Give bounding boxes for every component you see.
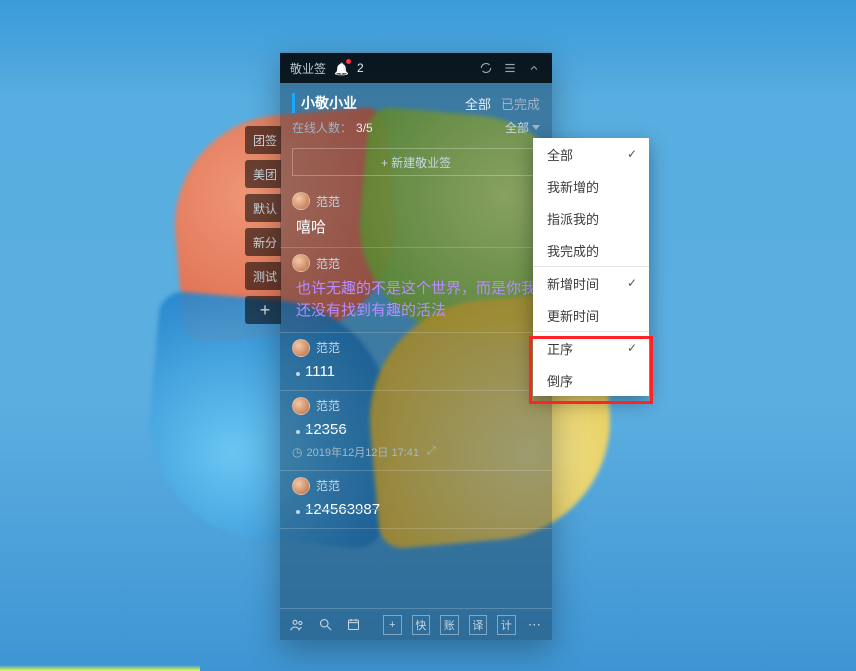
bullet-dot-icon	[296, 372, 300, 376]
footer-box-计[interactable]: 计	[497, 615, 516, 635]
category-tab[interactable]: 默认	[245, 194, 281, 222]
note-author-row: 范范	[292, 477, 540, 495]
tab-done[interactable]: 已完成	[501, 94, 540, 113]
dropdown-item-label: 更新时间	[547, 306, 599, 325]
dropdown-group: 正序 ✓ 倒序	[533, 331, 649, 396]
note-author-row: 范范	[292, 254, 540, 272]
app-title: 敬业签	[290, 60, 326, 77]
category-tab[interactable]: 测试	[245, 262, 281, 290]
footer-box-快[interactable]: 快	[412, 615, 431, 635]
online-label: 在线人数：	[292, 119, 352, 136]
check-icon: ✓	[627, 276, 637, 290]
online-count: 3/5	[356, 121, 373, 135]
clock-icon	[292, 445, 302, 459]
app-titlebar: 敬业签 2	[280, 53, 552, 83]
note-item[interactable]: 范范也许无趣的不是这个世界，而是你我还没有找到有趣的活法	[280, 248, 552, 333]
caret-down-icon	[532, 125, 540, 130]
team-name: 小敬小业	[292, 93, 357, 113]
avatar	[292, 339, 310, 357]
author-name: 范范	[316, 477, 340, 494]
note-author-row: 范范	[292, 192, 540, 210]
new-note-label: + 新建敬业签	[381, 154, 451, 171]
filter-dropdown-trigger[interactable]: 全部	[505, 119, 540, 136]
search-icon[interactable]	[316, 615, 334, 635]
dropdown-item[interactable]: 全部 ✓	[533, 138, 649, 170]
category-tab[interactable]: 团签	[245, 126, 281, 154]
taskbar-glow	[0, 665, 200, 671]
notification-icon[interactable]	[334, 61, 349, 76]
note-list: 范范嘻哈范范也许无趣的不是这个世界，而是你我还没有找到有趣的活法范范1111范范…	[280, 186, 552, 608]
dropdown-item-label: 正序	[547, 339, 573, 358]
collapse-icon[interactable]	[526, 60, 542, 76]
avatar	[292, 254, 310, 272]
avatar	[292, 477, 310, 495]
category-tab[interactable]: 美团	[245, 160, 281, 188]
filter-dropdown-menu: 全部 ✓ 我新增的指派我的我完成的新增时间 ✓ 更新时间正序 ✓ 倒序	[533, 138, 649, 396]
bullet-dot-icon	[296, 430, 300, 434]
expand-icon[interactable]: ⤢	[427, 445, 436, 458]
dropdown-item-label: 倒序	[547, 371, 573, 390]
calendar-icon[interactable]	[345, 615, 363, 635]
check-icon: ✓	[627, 147, 637, 161]
new-note-button[interactable]: + 新建敬业签	[292, 148, 540, 176]
header-row: 小敬小业 全部 已完成	[280, 83, 552, 117]
dropdown-item[interactable]: 指派我的	[533, 202, 649, 234]
note-body: 嘻哈	[292, 216, 540, 237]
note-author-row: 范范	[292, 339, 540, 357]
note-item[interactable]: 范范 1111	[280, 333, 552, 391]
app-window: 敬业签 2 小敬小业 全部 已完成 在线人数： 3/5 全部 + 新建敬业签 范…	[280, 52, 552, 640]
note-item[interactable]: 范范嘻哈	[280, 186, 552, 248]
note-body: 也许无趣的不是这个世界，而是你我还没有找到有趣的活法	[292, 278, 540, 322]
note-body: 12356	[292, 421, 540, 438]
dropdown-group: 新增时间 ✓ 更新时间	[533, 266, 649, 331]
avatar	[292, 397, 310, 415]
dropdown-item[interactable]: 新增时间 ✓	[533, 267, 649, 299]
dropdown-item[interactable]: 倒序	[533, 364, 649, 396]
note-item[interactable]: 范范 124563987	[280, 471, 552, 529]
sub-header: 在线人数： 3/5 全部	[280, 117, 552, 144]
note-body: 124563987	[292, 501, 540, 518]
dropdown-item[interactable]: 我新增的	[533, 170, 649, 202]
tab-all[interactable]: 全部	[465, 94, 491, 113]
dropdown-item[interactable]: 我完成的	[533, 234, 649, 266]
note-item[interactable]: 范范 12356 2019年12月12日 17:41⤢	[280, 391, 552, 471]
dropdown-item-label: 全部	[547, 145, 573, 164]
more-icon[interactable]	[526, 615, 544, 635]
note-body: 1111	[292, 363, 540, 380]
author-name: 范范	[316, 397, 340, 414]
dropdown-item-label: 指派我的	[547, 209, 599, 228]
check-icon: ✓	[627, 341, 637, 355]
add-category-tab[interactable]: +	[245, 296, 281, 324]
footer-toolbar: + 快账译计	[280, 608, 552, 640]
note-timestamp: 2019年12月12日 17:41⤢	[292, 444, 540, 460]
footer-box-账[interactable]: 账	[440, 615, 459, 635]
author-name: 范范	[316, 193, 340, 210]
dropdown-item-label: 新增时间	[547, 274, 599, 293]
menu-icon[interactable]	[502, 60, 518, 76]
author-name: 范范	[316, 255, 340, 272]
category-tab[interactable]: 新分	[245, 228, 281, 256]
dropdown-item[interactable]: 更新时间	[533, 299, 649, 331]
avatar	[292, 192, 310, 210]
category-tabs: 团签美团默认新分测试 +	[245, 126, 281, 324]
author-name: 范范	[316, 339, 340, 356]
note-author-row: 范范	[292, 397, 540, 415]
dropdown-item-label: 我新增的	[547, 177, 599, 196]
filter-label: 全部	[505, 119, 529, 136]
sync-icon[interactable]	[478, 60, 494, 76]
dropdown-item-label: 我完成的	[547, 241, 599, 260]
add-box-icon[interactable]: +	[383, 615, 402, 635]
notification-count: 2	[357, 61, 364, 75]
footer-box-译[interactable]: 译	[469, 615, 488, 635]
dropdown-item[interactable]: 正序 ✓	[533, 332, 649, 364]
members-icon[interactable]	[288, 615, 306, 635]
bullet-dot-icon	[296, 510, 300, 514]
dropdown-group: 全部 ✓ 我新增的指派我的我完成的	[533, 138, 649, 266]
